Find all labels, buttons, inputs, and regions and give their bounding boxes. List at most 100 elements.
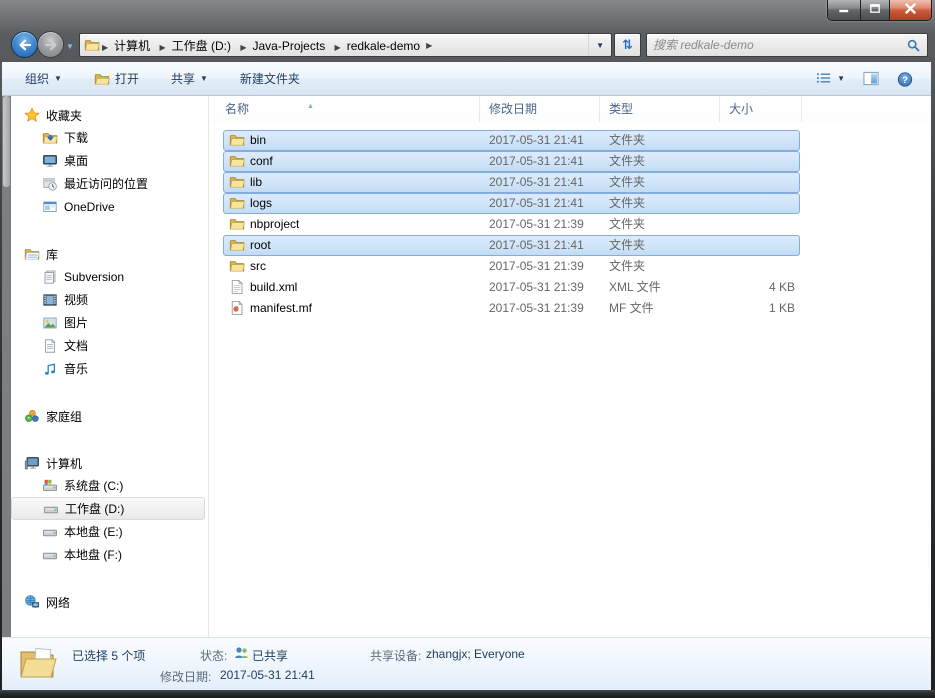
- preview-pane-icon: [863, 71, 879, 87]
- sidebar-item-label: Subversion: [64, 270, 124, 284]
- breadcrumb-separator-icon: ▶: [238, 43, 248, 52]
- help-button[interactable]: ?: [893, 68, 917, 90]
- change-view-button[interactable]: ▼: [812, 68, 849, 90]
- folder-icon: [229, 132, 245, 151]
- sidebar-group-header[interactable]: 计算机: [11, 452, 208, 474]
- file-name: build.xml: [250, 278, 480, 297]
- preview-pane-button[interactable]: [859, 68, 883, 90]
- chevron-down-icon: ▼: [837, 74, 845, 83]
- sidebar-scrollbar[interactable]: [2, 96, 11, 637]
- sidebar-group-header[interactable]: 家庭组: [11, 405, 208, 427]
- sidebar-group-header[interactable]: 库: [11, 243, 208, 265]
- sidebar-item[interactable]: 本地盘 (F:): [11, 543, 205, 566]
- sidebar-item-label: 下载: [64, 129, 88, 146]
- sidebar-item[interactable]: 下载: [11, 126, 205, 149]
- sidebar-group-header[interactable]: 收藏夹: [11, 104, 208, 126]
- column-header-name[interactable]: ▲ 名称: [209, 96, 480, 122]
- address-folder-icon: [84, 37, 100, 53]
- close-button[interactable]: [890, 0, 931, 20]
- back-arrow-icon: [17, 37, 33, 53]
- maximize-button[interactable]: [861, 0, 890, 20]
- help-icon: ?: [897, 71, 913, 87]
- sidebar-item[interactable]: Subversion: [11, 265, 205, 288]
- sidebar-item[interactable]: 系统盘 (C:): [11, 474, 205, 497]
- new-folder-button[interactable]: 新建文件夹: [231, 66, 309, 91]
- file-name: manifest.mf: [250, 299, 480, 318]
- column-header-date[interactable]: 修改日期: [480, 96, 600, 122]
- breadcrumb-item[interactable]: 工作盘 (D:): [168, 39, 235, 53]
- minimize-icon: [838, 3, 850, 17]
- address-dropdown-icon[interactable]: ▼: [588, 34, 611, 56]
- file-type: 文件夹: [609, 215, 717, 234]
- file-row[interactable]: root 2017-05-31 21:41 文件夹: [223, 235, 800, 256]
- command-toolbar: 组织▼ 打开 共享▼ 新建文件夹 ▼ ?: [2, 62, 931, 96]
- open-button[interactable]: 打开: [85, 66, 148, 91]
- scrollbar-thumb[interactable]: [3, 96, 10, 187]
- breadcrumb-item[interactable]: redkale-demo: [343, 39, 424, 53]
- documents-icon: [42, 338, 58, 354]
- folder-icon: [229, 153, 245, 172]
- file-size: [719, 131, 795, 150]
- address-bar[interactable]: ▶计算机 ▶工作盘 (D:) ▶Java-Projects ▶redkale-d…: [79, 33, 612, 57]
- sidebar-item[interactable]: 图片: [11, 311, 205, 334]
- xml-file-icon: [229, 279, 245, 298]
- desktop-icon: [42, 153, 58, 169]
- close-icon: [904, 3, 917, 17]
- sidebar-item-label: 本地盘 (F:): [64, 546, 122, 563]
- file-size: [719, 152, 795, 171]
- file-type: 文件夹: [609, 194, 717, 213]
- folder-icon: [229, 174, 245, 193]
- breadcrumb-item[interactable]: 计算机: [110, 39, 154, 53]
- file-row[interactable]: build.xml 2017-05-31 21:39 XML 文件 4 KB: [223, 277, 800, 298]
- selection-folder-icon: [18, 643, 60, 688]
- libraries-icon: [24, 246, 40, 262]
- folder-icon: [229, 237, 245, 256]
- file-size: [719, 215, 795, 234]
- explorer-window: ▼ ▶计算机 ▶工作盘 (D:) ▶Java-Projects ▶redkale…: [0, 0, 935, 698]
- file-date: 2017-05-31 21:41: [489, 173, 607, 192]
- share-button[interactable]: 共享▼: [162, 66, 217, 91]
- sidebar-item[interactable]: OneDrive: [11, 195, 205, 218]
- file-row[interactable]: conf 2017-05-31 21:41 文件夹: [223, 151, 800, 172]
- file-rows: bin 2017-05-31 21:41 文件夹 conf 2017-05-31…: [209, 130, 931, 319]
- search-input[interactable]: [647, 38, 907, 52]
- file-type: 文件夹: [609, 173, 717, 192]
- forward-button[interactable]: [37, 31, 64, 58]
- file-type: MF 文件: [609, 299, 717, 318]
- sidebar-item[interactable]: 视频: [11, 288, 205, 311]
- file-row[interactable]: lib 2017-05-31 21:41 文件夹: [223, 172, 800, 193]
- column-header-size[interactable]: 大小: [720, 96, 802, 122]
- sidebar-item[interactable]: 音乐: [11, 357, 205, 380]
- file-row[interactable]: nbproject 2017-05-31 21:39 文件夹: [223, 214, 800, 235]
- back-button[interactable]: [11, 31, 38, 58]
- search-icon[interactable]: [907, 39, 927, 52]
- file-row[interactable]: manifest.mf 2017-05-31 21:39 MF 文件 1 KB: [223, 298, 800, 319]
- file-type: 文件夹: [609, 152, 717, 171]
- sidebar-group: 计算机 系统盘 (C:) 工作盘 (D:) 本地盘 (E:): [11, 452, 208, 566]
- refresh-button[interactable]: ⇅: [614, 33, 641, 57]
- sidebar-item[interactable]: 最近访问的位置: [11, 172, 205, 195]
- sidebar-group-header[interactable]: 网络: [11, 591, 208, 613]
- sidebar-group-label: 收藏夹: [46, 107, 82, 124]
- folder-icon: [229, 258, 245, 277]
- file-row[interactable]: bin 2017-05-31 21:41 文件夹: [223, 130, 800, 151]
- drive-icon: [42, 524, 58, 540]
- sidebar-item[interactable]: 工作盘 (D:): [11, 497, 205, 520]
- sidebar-item[interactable]: 文档: [11, 334, 205, 357]
- sidebar-item-label: 图片: [64, 314, 88, 331]
- file-row[interactable]: logs 2017-05-31 21:41 文件夹: [223, 193, 800, 214]
- column-header-type[interactable]: 类型: [600, 96, 720, 122]
- shared-with-label: 共享设备:: [370, 647, 421, 664]
- file-name: src: [250, 257, 480, 276]
- recent-pages-dropdown[interactable]: ▼: [66, 42, 74, 51]
- breadcrumb-separator-icon: ▶: [424, 41, 434, 50]
- chevron-down-icon: ▼: [200, 74, 208, 83]
- search-box[interactable]: [646, 33, 928, 57]
- file-row[interactable]: src 2017-05-31 21:39 文件夹: [223, 256, 800, 277]
- window-controls: [827, 0, 932, 21]
- breadcrumb-item[interactable]: Java-Projects: [249, 39, 330, 53]
- organize-button[interactable]: 组织▼: [16, 66, 71, 91]
- sidebar-item[interactable]: 本地盘 (E:): [11, 520, 205, 543]
- minimize-button[interactable]: [828, 0, 861, 20]
- sidebar-item[interactable]: 桌面: [11, 149, 205, 172]
